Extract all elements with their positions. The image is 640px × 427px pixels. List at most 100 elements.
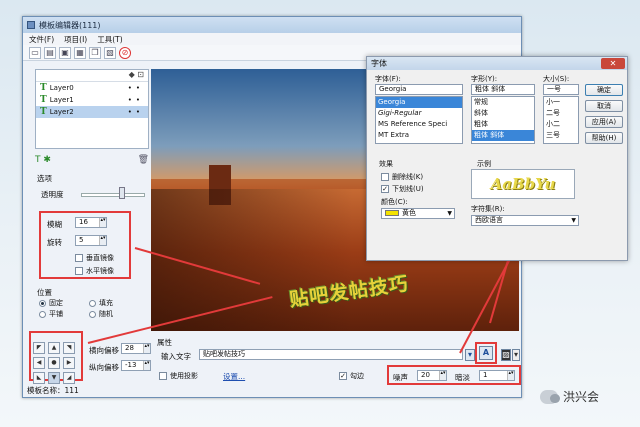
settings-link[interactable]: 设置... [223,371,245,382]
h-offset-value: 28 [125,344,134,352]
size-list-item[interactable]: 二号 [544,108,578,119]
style-list-item[interactable]: 粗体 [472,119,534,130]
spinner-arrows-icon[interactable]: ▴▾ [143,344,150,353]
layer-row-selected[interactable]: T Layer2 •• [36,106,148,118]
anchor-cell[interactable]: ◢ [63,372,75,384]
blur-spinner[interactable]: 16 ▴▾ [75,217,107,228]
style-input[interactable]: 粗体 斜体 [471,84,535,95]
spinner-arrows-icon[interactable]: ▴▾ [99,236,106,245]
bottom-panel: ◤ ▲ ◥ ◀ ● ▶ ◣ ▼ ◢ 横向偏移 28 ▴▾ 纵向偏移 -13 ▴▾ 属… [27,331,521,385]
help-button[interactable]: 帮助(H) [585,132,623,144]
style-list-item[interactable]: 斜体 [472,108,534,119]
checkbox-box-checked[interactable]: ✓ [381,185,389,193]
checkbox-box[interactable] [75,254,83,262]
save-icon[interactable]: ▣ [59,46,71,59]
style-list-item[interactable]: 常规 [472,97,534,108]
noise-spinner[interactable]: 20 ▴▾ [417,370,447,381]
menu-file[interactable]: 文件(F) [29,34,54,45]
checkbox-box[interactable] [75,267,83,275]
menu-project[interactable]: 项目(I) [64,34,87,45]
flip-horizontal-checkbox[interactable]: 水平镜像 [75,266,114,276]
blur-value: 16 [79,218,88,226]
ok-button[interactable]: 确定 [585,84,623,96]
anchor-cell[interactable]: ▶ [63,357,75,369]
color-picker-icon[interactable]: ▨ [501,349,511,361]
add-text-layer-icon[interactable]: T [35,155,41,165]
text-input[interactable]: 贴吧发帖技巧 [199,349,463,360]
anchor-cell-selected[interactable]: ▼ [48,372,60,384]
style-list-item[interactable]: 粗体 斜体 [472,130,534,141]
anchor-cell[interactable]: ◥ [63,342,75,354]
cancel-button[interactable]: 取消 [585,100,623,112]
font-list-item[interactable]: MS Reference Speci [376,119,462,130]
radio-random[interactable]: 随机 [89,309,113,319]
size-input[interactable]: 一号 [543,84,579,95]
opacity-slider-knob[interactable] [119,187,125,199]
radio-dot[interactable] [39,310,46,318]
radio-dot[interactable] [39,299,46,307]
rotate-spinner[interactable]: 5 ▴▾ [75,235,107,246]
size-list-item[interactable]: 三号 [544,130,578,141]
opacity-label: 透明度 [41,190,64,199]
anchor-cell[interactable]: ▲ [48,342,60,354]
radio-tile[interactable]: 平铺 [39,309,63,319]
size-list-item[interactable]: 小二 [544,119,578,130]
v-offset-spinner[interactable]: -13 ▴▾ [121,360,151,371]
print-icon[interactable]: ▦ [74,46,86,59]
flip-vertical-checkbox[interactable]: 垂直镜像 [75,253,114,263]
spinner-arrows-icon[interactable]: ▴▾ [507,371,514,380]
menu-tools[interactable]: 工具(T) [97,34,122,45]
radio-dot[interactable] [89,310,96,318]
style-list[interactable]: 常规 斜体 粗体 粗体 斜体 [471,96,535,144]
stroke-checkbox[interactable]: ✓ 勾边 [339,371,364,381]
anchor-cell[interactable]: ◀ [33,357,45,369]
layer-row[interactable]: T Layer1 •• [36,94,148,106]
size-list-item[interactable]: 小一 [544,97,578,108]
font-button[interactable]: A [479,346,493,360]
spinner-arrows-icon[interactable]: ▴▾ [143,361,150,370]
font-list-item[interactable]: Georgia [376,97,462,108]
copy-icon[interactable]: ❐ [89,46,101,59]
charset-select[interactable]: 西欧语言 ▼ [471,215,579,226]
radio-fill[interactable]: 填充 [89,298,113,308]
underline-checkbox[interactable]: ✓ 下划线(U) [381,184,424,194]
radio-dot[interactable] [89,299,96,307]
radio-label: 填充 [99,299,113,307]
anchor-cell[interactable]: ◣ [33,372,45,384]
font-list-item[interactable]: MT Extra [376,130,462,141]
export-icon[interactable]: ▧ [104,46,116,59]
dropdown-arrow-icon[interactable]: ▾ [465,349,475,361]
dim-spinner[interactable]: 1 ▴▾ [479,370,515,381]
opacity-slider-track[interactable] [81,193,145,197]
trash-icon[interactable]: 🗑 [138,155,149,165]
spinner-arrows-icon[interactable]: ▴▾ [99,218,106,227]
anchor-cell[interactable]: ● [48,357,60,369]
size-list[interactable]: 小一 二号 小二 三号 [543,96,579,144]
font-list[interactable]: Georgia Gigi-Regular MS Reference Speci … [375,96,463,144]
shadow-checkbox[interactable]: 使用投影 [159,371,198,381]
close-icon[interactable]: ✕ [601,58,625,69]
anchor-cell[interactable]: ◤ [33,342,45,354]
dropdown-arrow-icon[interactable]: ▾ [512,349,520,361]
checkbox-box[interactable] [381,173,389,181]
apply-button[interactable]: 应用(A) [585,116,623,128]
stop-icon[interactable]: ⊘ [119,46,131,59]
layer-row[interactable]: T Layer0 •• [36,82,148,94]
new-file-icon[interactable]: ▭ [29,46,41,59]
checkbox-box-checked[interactable]: ✓ [339,372,347,380]
h-offset-spinner[interactable]: 28 ▴▾ [121,343,151,354]
spinner-arrows-icon[interactable]: ▴▾ [439,371,446,380]
radio-fixed[interactable]: 固定 [39,298,63,308]
v-offset-value: -13 [125,361,137,369]
add-effect-layer-icon[interactable]: ✱ [43,155,51,165]
underline-label: 下划线(U) [392,185,424,193]
style-label: 字形(Y): [471,75,498,83]
title-bar: 模板编辑器(111) [23,17,521,33]
checkbox-box[interactable] [159,372,167,380]
strikeout-checkbox[interactable]: 删除线(K) [381,172,423,182]
color-select[interactable]: 黄色 ▼ [381,208,455,219]
open-folder-icon[interactable]: ▤ [44,46,56,59]
layer-name: Layer1 [49,96,74,104]
font-list-item[interactable]: Gigi-Regular [376,108,462,119]
font-name-input[interactable]: Georgia [375,84,463,95]
